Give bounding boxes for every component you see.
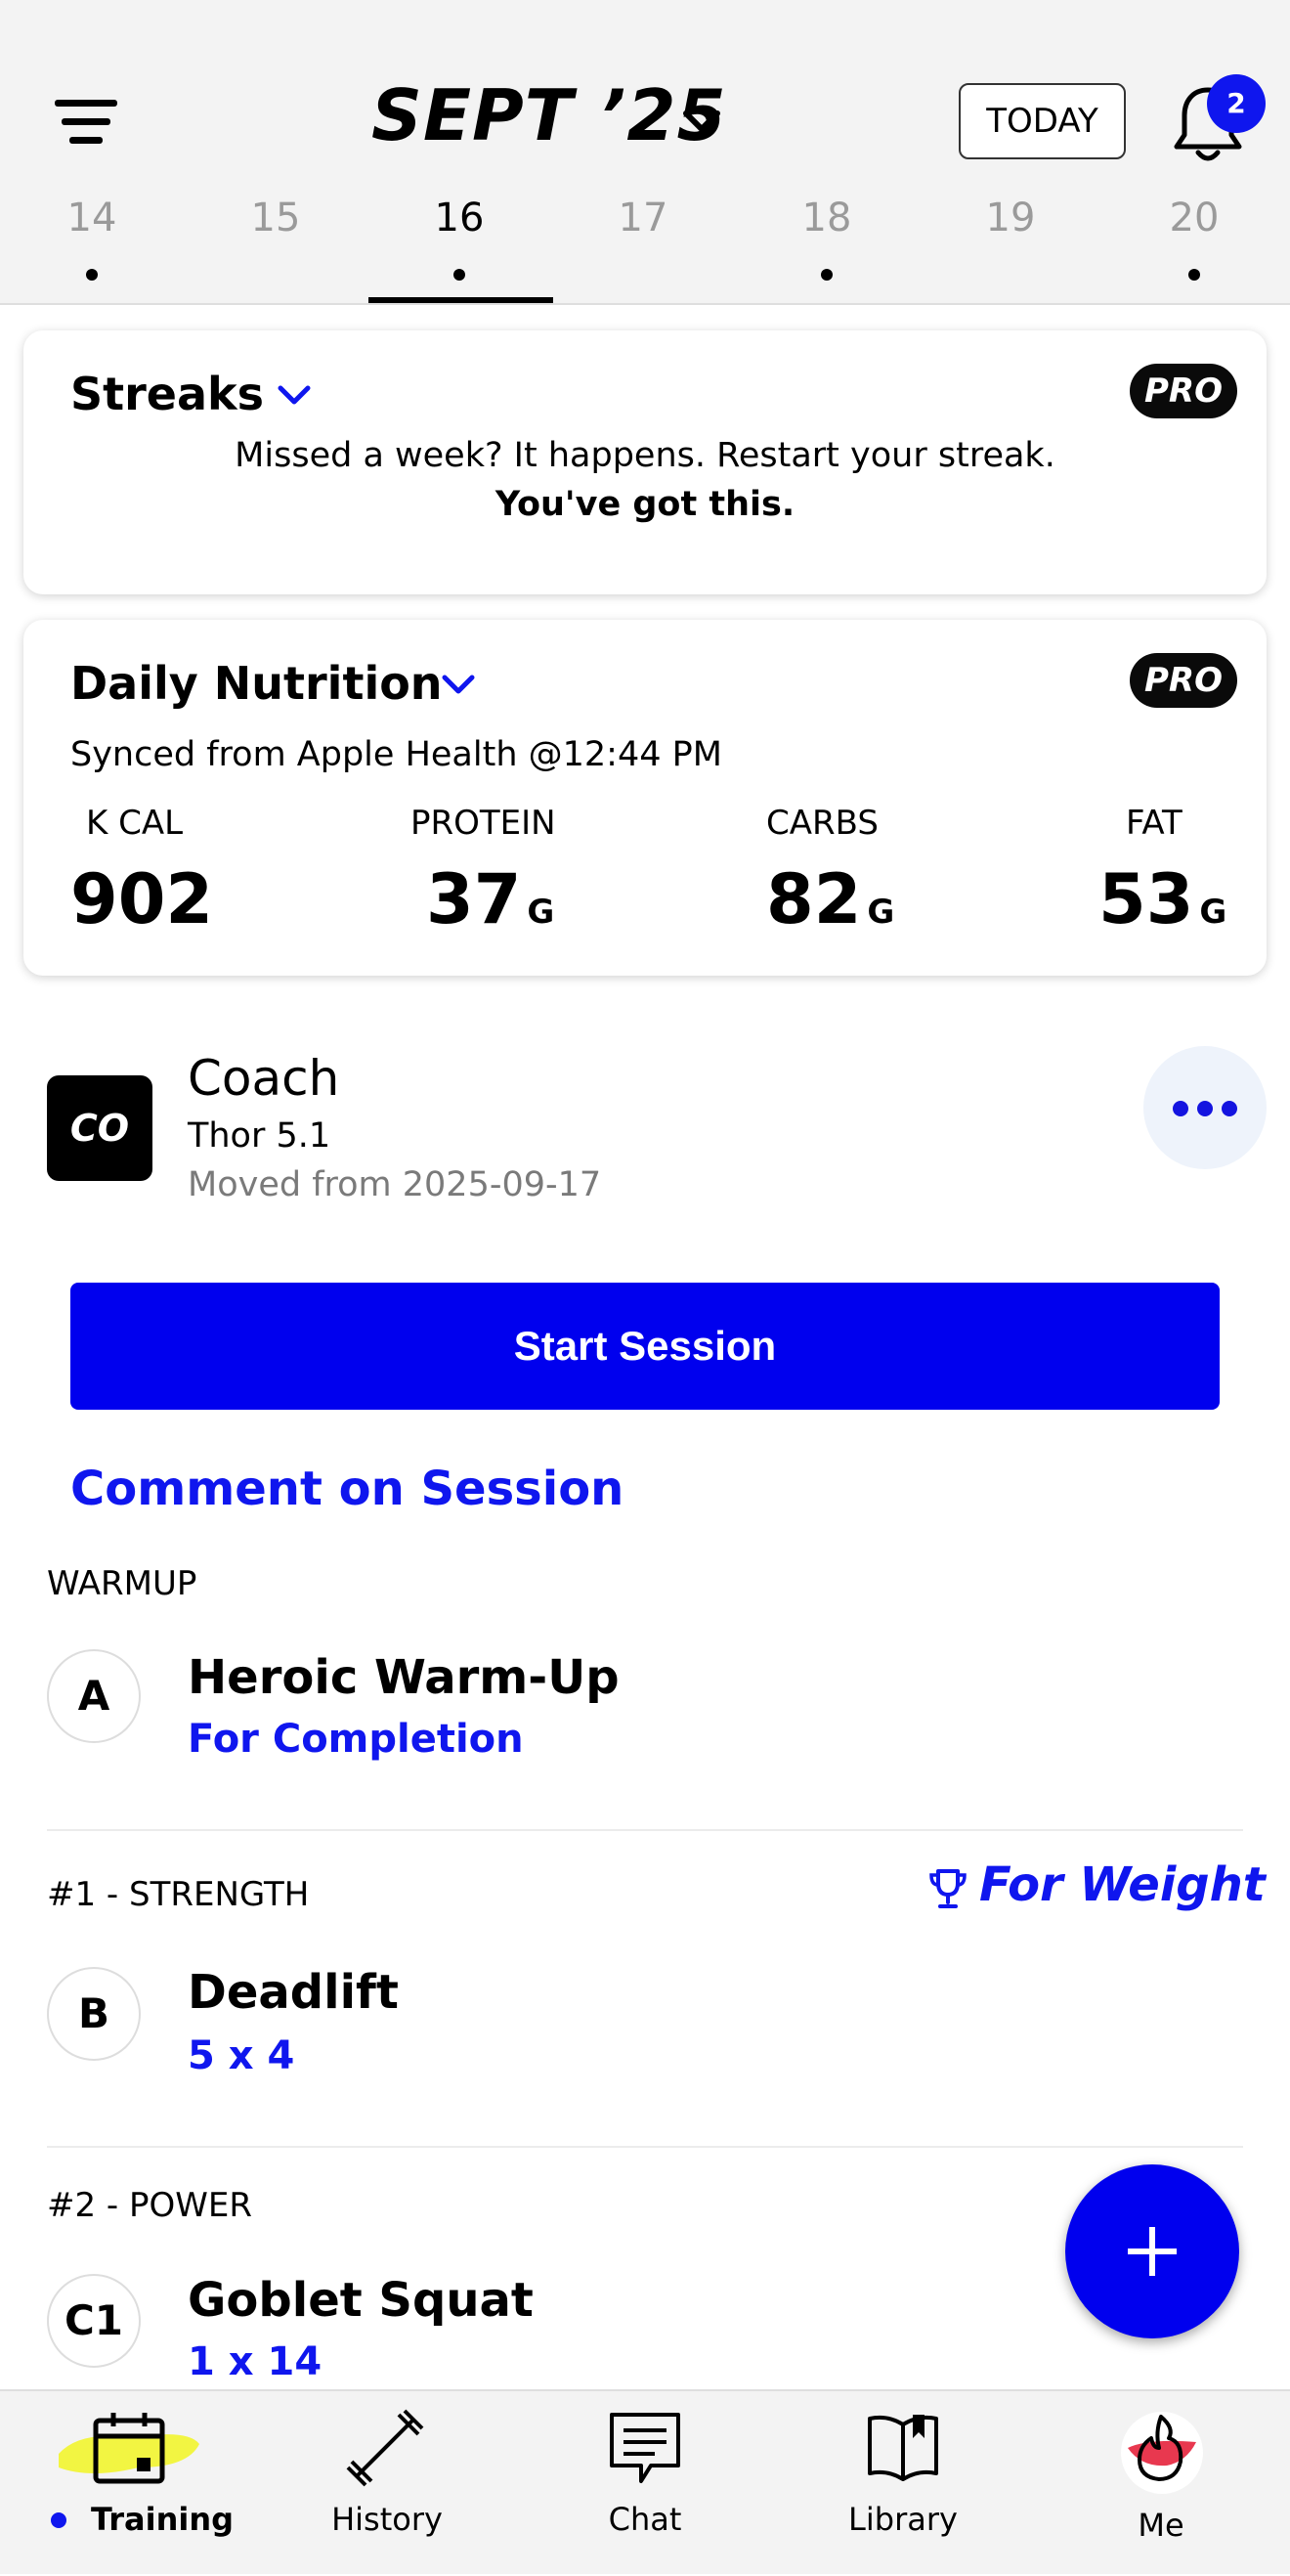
streaks-message-bold: You've got this. (494, 485, 796, 524)
me-avatar-icon (1121, 2412, 1203, 2494)
streaks-message: Missed a week? It happens. Restart your … (235, 436, 1055, 475)
section-header-strength: #1 - STRENGTH (47, 1875, 310, 1914)
exercise-letter: B (47, 1967, 141, 2061)
nav-library[interactable]: Library (774, 2391, 1032, 2576)
nav-label-history: History (331, 2501, 443, 2538)
section-header-power: #2 - POWER (47, 2186, 252, 2225)
bottom-nav: Training History Chat Library Me (0, 2389, 1290, 2574)
pro-badge: PRO (1130, 653, 1237, 708)
nav-training[interactable]: Training (0, 2391, 258, 2576)
exercise-name[interactable]: Goblet Squat (188, 2273, 534, 2328)
nav-me[interactable]: Me (1032, 2391, 1290, 2576)
day-dot (86, 269, 98, 281)
top-header: SEPT ’25 TODAY 2 14 15 16 17 18 19 20 (0, 0, 1290, 305)
more-dot-icon (1173, 1101, 1188, 1116)
nav-label-chat: Chat (608, 2501, 682, 2538)
day-18[interactable]: 18 (778, 196, 876, 240)
exercise-detail[interactable]: 1 x 14 (188, 2339, 322, 2384)
streaks-title[interactable]: Streaks (70, 368, 264, 420)
divider (47, 2146, 1243, 2148)
day-19[interactable]: 19 (962, 196, 1059, 240)
nav-label-me: Me (1138, 2507, 1184, 2544)
chevron-down-icon[interactable] (278, 385, 311, 407)
nutrition-title[interactable]: Daily Nutrition (70, 657, 443, 710)
chat-icon (610, 2413, 680, 2483)
today-button[interactable]: TODAY (959, 83, 1126, 159)
divider (47, 1829, 1243, 1831)
nav-chat[interactable]: Chat (516, 2391, 774, 2576)
nav-label-training: Training (90, 2501, 235, 2538)
month-title[interactable]: SEPT ’25 (371, 74, 727, 156)
moved-note: Moved from 2025-09-17 (188, 1165, 602, 1204)
kcal-value: 902 (70, 859, 214, 939)
day-14[interactable]: 14 (43, 196, 141, 240)
more-options-button[interactable] (1143, 1046, 1267, 1169)
exercise-name[interactable]: Deadlift (188, 1965, 399, 2020)
day-17[interactable]: 17 (594, 196, 692, 240)
protein-value: 37 G (426, 859, 555, 939)
day-dot (1188, 269, 1200, 281)
filter-menu-icon[interactable] (55, 100, 117, 145)
more-dot-icon (1197, 1101, 1213, 1116)
carbs-label: CARBS (766, 804, 879, 843)
day-15[interactable]: 15 (227, 196, 324, 240)
nav-label-library: Library (848, 2501, 958, 2538)
day-dot (453, 269, 465, 281)
calendar-icon (93, 2413, 165, 2484)
selected-day-indicator (368, 297, 553, 303)
fat-value: 53 G (1098, 859, 1227, 939)
day-dot (821, 269, 833, 281)
kcal-label: K CAL (86, 804, 184, 843)
carbs-value: 82 G (766, 859, 895, 939)
protein-label: PROTEIN (410, 804, 556, 843)
synced-text: Synced from Apple Health @12:44 PM (70, 735, 722, 774)
notification-badge: 2 (1207, 74, 1266, 133)
chevron-down-icon[interactable] (682, 108, 721, 137)
exercise-detail[interactable]: For Completion (188, 1717, 524, 1762)
more-dot-icon (1222, 1101, 1237, 1116)
add-button[interactable] (1065, 2164, 1239, 2338)
for-weight-label[interactable]: For Weight (979, 1857, 1266, 1912)
trophy-icon (929, 1869, 967, 1908)
exercise-letter: C1 (47, 2274, 141, 2368)
streaks-card[interactable]: Streaks PRO Missed a week? It happens. R… (23, 330, 1267, 594)
section-header-warmup: WARMUP (47, 1564, 197, 1603)
exercise-letter: A (47, 1649, 141, 1743)
exercise-name[interactable]: Heroic Warm-Up (188, 1650, 620, 1705)
coach-name: Coach (188, 1050, 340, 1107)
nav-history[interactable]: History (258, 2391, 516, 2576)
exercise-detail[interactable]: 5 x 4 (188, 2033, 294, 2078)
program-name: Thor 5.1 (188, 1116, 331, 1156)
book-icon (868, 2415, 938, 2481)
nutrition-card[interactable]: Daily Nutrition PRO Synced from Apple He… (23, 620, 1267, 976)
pro-badge: PRO (1130, 364, 1237, 418)
day-20[interactable]: 20 (1145, 196, 1243, 240)
comment-on-session-link[interactable]: Comment on Session (70, 1462, 624, 1516)
fat-label: FAT (1126, 804, 1182, 843)
chevron-down-icon[interactable] (442, 675, 475, 696)
start-session-button[interactable]: Start Session (70, 1283, 1220, 1410)
barbell-icon (346, 2409, 424, 2487)
coach-avatar: CO (47, 1075, 152, 1181)
day-16[interactable]: 16 (410, 196, 508, 240)
